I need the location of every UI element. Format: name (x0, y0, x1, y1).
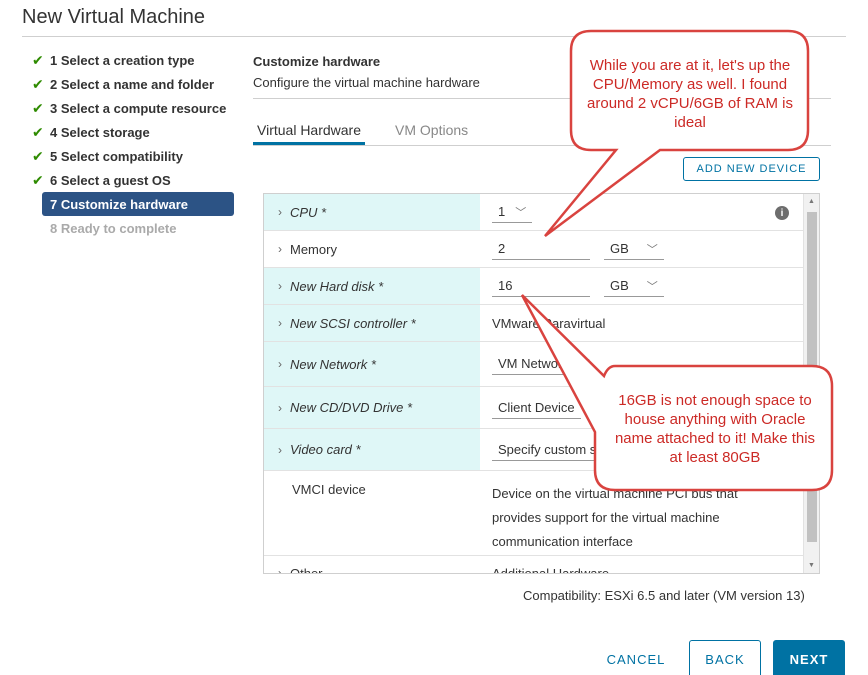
hardware-row-hard-disk: › New Hard disk * 16 GB ﹀ (264, 268, 803, 305)
step-label: 4 Select storage (50, 124, 150, 140)
chevron-right-icon[interactable]: › (278, 566, 282, 573)
step-label: 7 Customize hardware (50, 196, 188, 212)
next-button[interactable]: NEXT (773, 640, 845, 675)
window-title: New Virtual Machine (22, 6, 206, 28)
other-value: Additional Hardware (492, 566, 610, 574)
check-icon: ✔ (32, 171, 44, 188)
cd-dvd-select[interactable]: Client Device (492, 397, 581, 419)
callout-text-disk: 16GB is not enough space to house anythi… (614, 392, 816, 466)
memory-unit: GB (610, 241, 629, 256)
scroll-down-icon[interactable]: ▼ (808, 562, 815, 569)
hard-disk-label: New Hard disk * (290, 278, 384, 294)
check-icon: ✔ (32, 99, 44, 116)
memory-input[interactable]: 2 (492, 238, 590, 260)
chevron-right-icon[interactable]: › (278, 443, 282, 457)
hard-disk-unit: GB (610, 278, 629, 293)
step-label: 6 Select a guest OS (50, 172, 171, 188)
chevron-right-icon[interactable]: › (278, 316, 282, 330)
row-label[interactable]: › New CD/DVD Drive * (264, 387, 480, 428)
check-icon: ✔ (32, 147, 44, 164)
step-6[interactable]: ✔ 6 Select a guest OS (28, 168, 238, 192)
memory-unit-select[interactable]: GB ﹀ (604, 238, 664, 260)
network-label: New Network * (290, 356, 376, 372)
cpu-value: 1 (498, 204, 506, 219)
section-subtitle: Configure the virtual machine hardware (253, 75, 480, 90)
other-label: Other (290, 566, 323, 574)
cd-dvd-value: Client Device (498, 399, 575, 415)
step-label: 3 Select a compute resource (50, 100, 227, 116)
chevron-right-icon[interactable]: › (278, 242, 282, 256)
step-label: 1 Select a creation type (50, 52, 195, 68)
step-3[interactable]: ✔ 3 Select a compute resource (28, 96, 238, 120)
cd-dvd-label: New CD/DVD Drive * (290, 400, 413, 415)
chevron-down-icon: ﹀ (515, 206, 527, 219)
cancel-button[interactable]: CANCEL (598, 640, 674, 675)
back-button[interactable]: BACK (689, 640, 761, 675)
chevron-right-icon[interactable]: › (278, 205, 282, 219)
vmci-label: VMCI device (292, 482, 366, 497)
add-new-device-button[interactable]: ADD NEW DEVICE (683, 157, 820, 181)
vmci-line: communication interface (492, 534, 633, 549)
video-card-select[interactable]: Specify custom se (492, 439, 610, 461)
cpu-label: CPU * (290, 204, 327, 220)
step-2[interactable]: ✔ 2 Select a name and folder (28, 72, 238, 96)
chevron-down-icon: ﹀ (646, 243, 658, 256)
hardware-table: › CPU * 1 ﹀ i › Memory 2 GB ﹀ › New Hard disk … (263, 193, 820, 574)
section-title: Customize hardware (253, 54, 381, 69)
step-label: 5 Select compatibility (50, 148, 183, 164)
hard-disk-input[interactable]: 16 (492, 275, 590, 297)
row-label[interactable]: › New SCSI controller * (264, 305, 480, 341)
step-1[interactable]: ✔ 1 Select a creation type (28, 48, 238, 72)
table-scrollbar[interactable]: ▲ ▼ (803, 194, 819, 573)
title-divider (22, 36, 846, 37)
scrollbar-thumb[interactable] (807, 212, 817, 542)
memory-label: Memory (290, 241, 337, 257)
network-select[interactable]: VM Network ﹀ (492, 353, 596, 375)
tab-vm-options[interactable]: VM Options (391, 112, 472, 145)
check-icon: ✔ (32, 75, 44, 92)
hardware-row-cpu: › CPU * 1 ﹀ i (264, 194, 803, 231)
row-label[interactable]: › New Network * (264, 342, 480, 386)
row-label[interactable]: › Other (264, 556, 480, 574)
hard-disk-unit-select[interactable]: GB ﹀ (604, 275, 664, 297)
compatibility-text: Compatibility: ESXi 6.5 and later (VM ve… (523, 588, 805, 603)
video-card-value: Specify custom se (498, 441, 604, 457)
check-icon: ✔ (32, 123, 44, 140)
hardware-row-memory: › Memory 2 GB ﹀ (264, 231, 803, 268)
callout-text-cpu-memory: While you are at it, let's up the CPU/Me… (587, 57, 793, 131)
hardware-row-other: › Other Additional Hardware (264, 556, 803, 574)
step-5[interactable]: ✔ 5 Select compatibility (28, 144, 238, 168)
hardware-row-vmci: VMCI device Device on the virtual machin… (264, 471, 803, 556)
chevron-right-icon[interactable]: › (278, 357, 282, 371)
row-label[interactable]: › Memory (264, 231, 480, 267)
hardware-row-scsi: › New SCSI controller * VMware Paravirtua… (264, 305, 803, 342)
row-label[interactable]: › New Hard disk * (264, 268, 480, 304)
step-label: 8 Ready to complete (50, 220, 177, 236)
chevron-right-icon[interactable]: › (278, 279, 282, 293)
scroll-up-icon[interactable]: ▲ (808, 198, 815, 205)
hardware-row-network: › New Network * VM Network ﹀ (264, 342, 803, 387)
row-label[interactable]: › Video card * (264, 429, 480, 470)
cpu-select[interactable]: 1 ﹀ (492, 201, 533, 223)
scsi-label: New SCSI controller * (290, 315, 416, 331)
check-icon: ✔ (32, 51, 44, 68)
video-card-label: Video card * (290, 442, 361, 457)
chevron-down-icon: ﹀ (646, 280, 658, 293)
step-label: 2 Select a name and folder (50, 76, 215, 92)
row-label[interactable]: › CPU * (264, 194, 480, 230)
wizard-steps: ✔ 1 Select a creation type ✔ 2 Select a na… (28, 48, 238, 240)
vmci-line: provides support for the virtual machine (492, 510, 720, 525)
chevron-right-icon[interactable]: › (278, 401, 282, 415)
vmci-line: Device on the virtual machine PCI bus th… (492, 486, 738, 501)
step-7-active[interactable]: 7 Customize hardware (42, 192, 234, 216)
tab-virtual-hardware[interactable]: Virtual Hardware (253, 112, 366, 145)
step-8: 8 Ready to complete (28, 216, 238, 240)
scsi-value: VMware Paravirtual (492, 315, 606, 331)
info-icon[interactable]: i (775, 206, 789, 220)
chevron-down-icon: ﹀ (578, 358, 590, 371)
network-value: VM Network (498, 356, 569, 371)
step-4[interactable]: ✔ 4 Select storage (28, 120, 238, 144)
vmci-description: Device on the virtual machine PCI bus th… (492, 471, 738, 555)
